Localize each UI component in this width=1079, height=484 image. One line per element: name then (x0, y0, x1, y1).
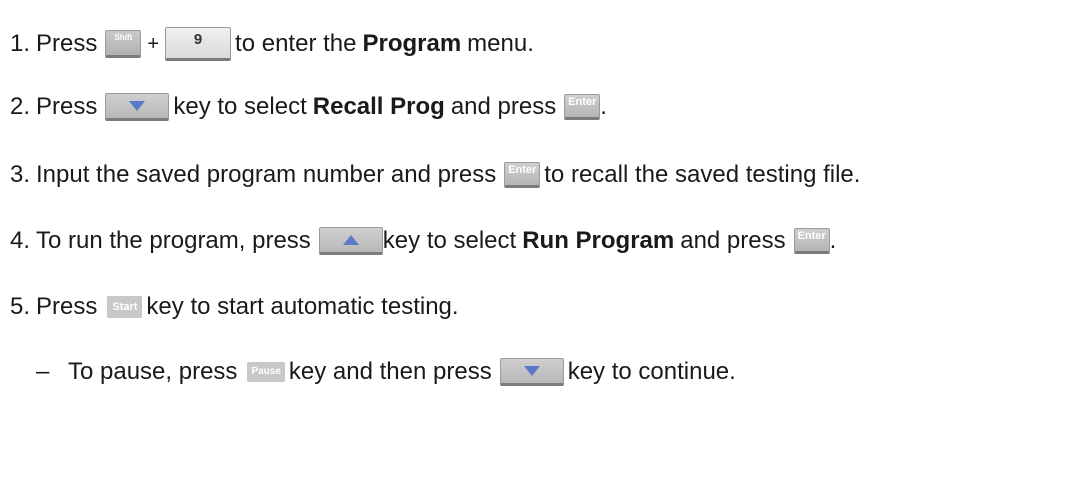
step-number: 1. (10, 30, 31, 57)
step-text: To run the program, press key to select … (36, 227, 836, 255)
text: to enter the (235, 30, 357, 57)
text: and press (450, 93, 557, 120)
bullet-dash: – (36, 358, 50, 385)
text: menu. (467, 30, 534, 57)
text: to recall the saved testing file. (544, 161, 861, 188)
text: Input the saved program number and press (36, 161, 497, 188)
enter-key: Enter (793, 228, 830, 254)
down-arrow-icon (129, 101, 146, 111)
bold-term: Run Program (522, 227, 675, 254)
sub-step-text: To pause, press Pause key and then press… (68, 358, 736, 386)
text: key to select (382, 227, 517, 254)
step-number: 3. (10, 161, 31, 188)
text: To pause, press (68, 358, 238, 385)
bold-term: Recall Prog (312, 93, 445, 120)
step-text: Press Start key to start automatic testi… (36, 295, 459, 319)
down-arrow-key (499, 358, 564, 386)
step-text: Press Shift + 9 to enter the Program men… (36, 27, 534, 61)
nine-key: 9 (165, 27, 232, 61)
text: key to select (173, 93, 307, 120)
period: . (600, 93, 607, 120)
start-key: Start (107, 296, 143, 318)
down-arrow-key (105, 93, 170, 121)
step-text: Press key to select Recall Prog and pres… (36, 93, 607, 121)
down-arrow-icon (523, 366, 540, 376)
text: Press (36, 30, 98, 57)
text: Press (36, 293, 98, 320)
text: key to continue. (567, 358, 736, 385)
text: and press (680, 227, 786, 254)
shift-key: Shift (105, 30, 142, 58)
step-number: 2. (10, 93, 31, 120)
up-arrow-icon (342, 235, 359, 245)
text: key to start automatic testing. (146, 293, 459, 320)
period: . (829, 227, 837, 254)
text: To run the program, press (36, 227, 311, 254)
enter-key: Enter (564, 94, 601, 120)
plus-sign: + (147, 33, 160, 55)
bold-term: Program (362, 30, 462, 57)
pause-key: Pause (247, 362, 285, 382)
text: key and then press (288, 358, 492, 385)
step-number: 4. (10, 227, 31, 254)
enter-key: Enter (504, 162, 541, 188)
text: Press (36, 93, 98, 120)
up-arrow-key (318, 227, 383, 255)
step-number: 5. (10, 293, 31, 320)
step-text: Input the saved program number and press… (36, 162, 860, 188)
